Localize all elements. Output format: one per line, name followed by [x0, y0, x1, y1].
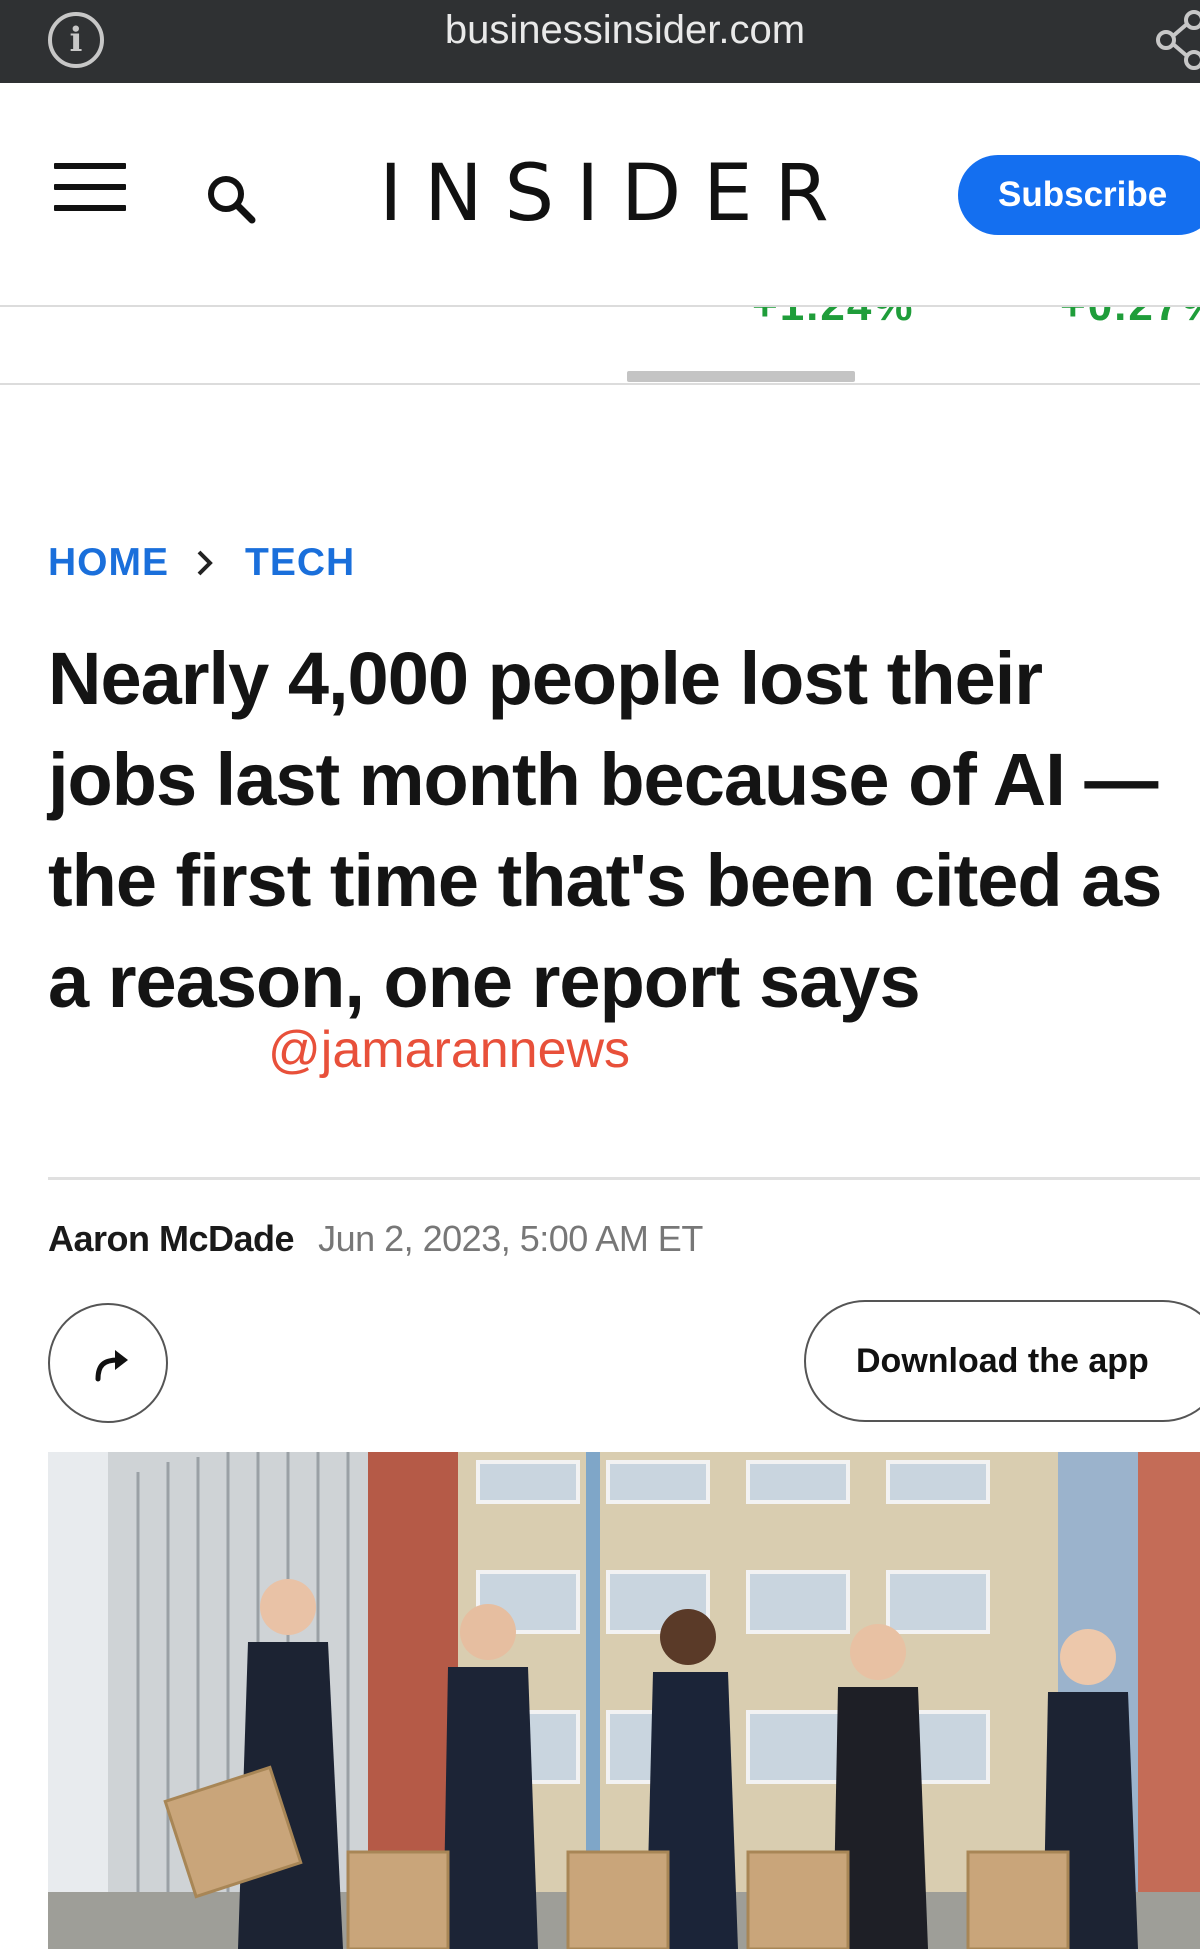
ticker-scroll-indicator[interactable] [627, 371, 855, 382]
share-button[interactable] [48, 1303, 168, 1423]
site-header: INSIDER Subscribe [0, 83, 1200, 309]
share-icon[interactable] [1154, 10, 1200, 70]
article-hero-image [48, 1452, 1200, 1949]
chevron-right-icon [197, 550, 213, 576]
forward-arrow-icon [95, 1350, 128, 1382]
breadcrumb-tech-link[interactable]: TECH [245, 541, 355, 585]
browser-url-bar: i businessinsider.com [0, 0, 1200, 83]
subscribe-button[interactable]: Subscribe [958, 155, 1200, 235]
watermark-text: @jamarannews [268, 1021, 631, 1079]
insider-logo[interactable]: INSIDER [300, 149, 930, 239]
author-name[interactable]: Aaron McDade [48, 1218, 295, 1260]
divider [48, 1177, 1200, 1180]
breadcrumb: HOME TECH [48, 538, 355, 588]
byline: Aaron McDade Jun 2, 2023, 5:00 AM ET [48, 1218, 703, 1260]
ticker-value[interactable]: +0.27% [1060, 307, 1200, 331]
breadcrumb-home-link[interactable]: HOME [48, 541, 169, 585]
menu-icon[interactable] [54, 163, 126, 219]
market-ticker: +1.24% +0.27% [0, 305, 1200, 385]
ticker-value[interactable]: +1.24% [752, 307, 914, 331]
download-app-button[interactable]: Download the app [804, 1300, 1200, 1422]
url-text[interactable]: businessinsider.com [0, 8, 1200, 53]
publish-date: Jun 2, 2023, 5:00 AM ET [318, 1218, 703, 1259]
article-headline: Nearly 4,000 people lost their jobs last… [48, 637, 1162, 1023]
search-icon[interactable] [204, 172, 258, 226]
